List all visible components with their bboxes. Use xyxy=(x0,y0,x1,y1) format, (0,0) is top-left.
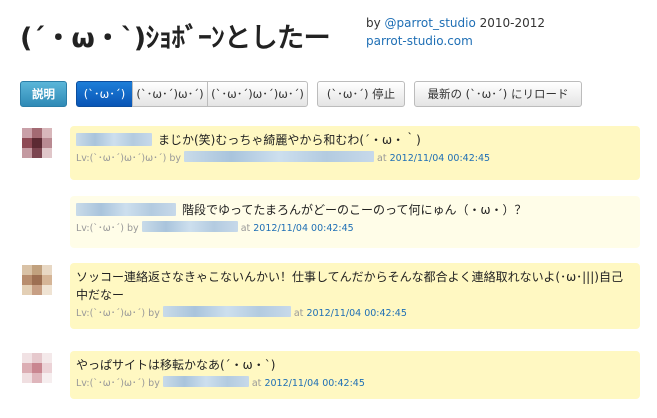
credit-prefix: by xyxy=(366,16,385,30)
redacted-author xyxy=(141,221,238,232)
post-level: Lv:(`･ω･´)ω･´)ω･´) xyxy=(76,153,167,164)
post-timestamp-link[interactable]: 2012/11/04 00:42:45 xyxy=(253,223,353,234)
level-3-button[interactable]: (`･ω･´)ω･´)ω･´) xyxy=(207,81,308,107)
redacted-username xyxy=(76,203,176,216)
credit-site-link[interactable]: parrot-studio.com xyxy=(366,34,473,48)
redacted-author xyxy=(184,151,374,162)
post-bubble: ソッコー連絡返さなきゃこないんかい！仕事してんだからそんな都合よく連絡取れないよ… xyxy=(70,263,640,329)
post-message: やっぱサイトは移転かなあ(´・ω・`) xyxy=(76,358,276,372)
by-label: by xyxy=(145,308,163,319)
avatar xyxy=(22,128,52,158)
redacted-username xyxy=(76,133,152,146)
post-timestamp-link[interactable]: 2012/11/04 00:42:45 xyxy=(390,153,490,164)
post-timestamp-link[interactable]: 2012/11/04 00:42:45 xyxy=(306,308,406,319)
site-title: (´・ω・`)ｼｮﾎﾞｰﾝとしたー xyxy=(20,23,331,54)
post-message: まじか(笑)むっちゃ綺麗やから和むわ(´・ω・｀) xyxy=(76,131,634,149)
at-label: at xyxy=(290,308,307,319)
by-label: by xyxy=(166,153,184,164)
stop-button[interactable]: (`･ω･´) 停止 xyxy=(317,81,405,107)
credit-handle-link[interactable]: @parrot_studio xyxy=(385,16,476,30)
redacted-author xyxy=(162,306,291,317)
post-message: 階段でゆってたまろんがどーのこーのって何にゅん（・ω・）？ xyxy=(76,201,634,219)
level-1-button[interactable]: (`･ω･´) xyxy=(76,81,133,107)
avatar xyxy=(22,265,52,295)
post-text: 階段でゆってたまろんがどーのこーのって何にゅん（・ω・）？ xyxy=(182,203,527,217)
post-item: まじか(笑)むっちゃ綺麗やから和むわ(´・ω・｀) Lv:(`･ω･´)ω･´)… xyxy=(22,126,642,184)
credit-block: by @parrot_studio 2010-2012 parrot-studi… xyxy=(366,14,545,50)
post-text: まじか(笑)むっちゃ綺麗やから和むわ(´・ω・｀) xyxy=(158,133,421,147)
avatar xyxy=(22,353,52,383)
post-level: Lv:(`･ω･´)ω･´) xyxy=(76,308,146,319)
post-meta: Lv:(`･ω･´)ω･´) by at 2012/11/04 00:42:45 xyxy=(76,376,634,391)
at-label: at xyxy=(248,378,265,389)
at-label: at xyxy=(237,223,254,234)
post-meta: Lv:(`･ω･´) by at 2012/11/04 00:42:45 xyxy=(76,221,634,236)
post-message: ソッコー連絡返さなきゃこないんかい！仕事してんだからそんな都合よく連絡取れないよ… xyxy=(76,270,623,302)
post-level: Lv:(`･ω･´) xyxy=(76,223,124,234)
reload-button[interactable]: 最新の (`･ω･´) にリロード xyxy=(414,81,582,107)
info-button[interactable]: 説明 xyxy=(20,81,67,107)
post-bubble: 階段でゆってたまろんがどーのこーのって何にゅん（・ω・）？ Lv:(`･ω･´)… xyxy=(70,196,640,248)
by-label: by xyxy=(123,223,142,234)
post-meta: Lv:(`･ω･´)ω･´) by at 2012/11/04 00:42:45 xyxy=(76,306,634,321)
post-item: 階段でゆってたまろんがどーのこーのって何にゅん（・ω・）？ Lv:(`･ω･´)… xyxy=(22,196,642,252)
post-timestamp-link[interactable]: 2012/11/04 00:42:45 xyxy=(264,378,364,389)
post-level: Lv:(`･ω･´)ω･´) xyxy=(76,378,146,389)
level-button-group: (`･ω･´) (`･ω･´)ω･´) (`･ω･´)ω･´)ω･´) xyxy=(76,81,308,107)
by-label: by xyxy=(145,378,163,389)
toolbar: 説明 (`･ω･´) (`･ω･´)ω･´) (`･ω･´)ω･´)ω･´) (… xyxy=(20,81,582,107)
post-item: ソッコー連絡返さなきゃこないんかい！仕事してんだからそんな都合よく連絡取れないよ… xyxy=(22,263,642,333)
at-label: at xyxy=(374,153,390,164)
credit-years: 2010-2012 xyxy=(475,16,546,30)
post-bubble: まじか(笑)むっちゃ綺麗やから和むわ(´・ω・｀) Lv:(`･ω･´)ω･´)… xyxy=(70,126,640,180)
level-2-button[interactable]: (`･ω･´)ω･´) xyxy=(132,81,208,107)
post-item: やっぱサイトは移転かなあ(´・ω・`) Lv:(`･ω･´)ω･´) by at… xyxy=(22,351,642,407)
redacted-author xyxy=(162,376,249,387)
post-bubble: やっぱサイトは移転かなあ(´・ω・`) Lv:(`･ω･´)ω･´) by at… xyxy=(70,351,640,399)
page-header: (´・ω・`)ｼｮﾎﾞｰﾝとしたー by @parrot_studio 2010… xyxy=(20,12,640,62)
post-meta: Lv:(`･ω･´)ω･´)ω･´) by at 2012/11/04 00:4… xyxy=(76,151,634,166)
